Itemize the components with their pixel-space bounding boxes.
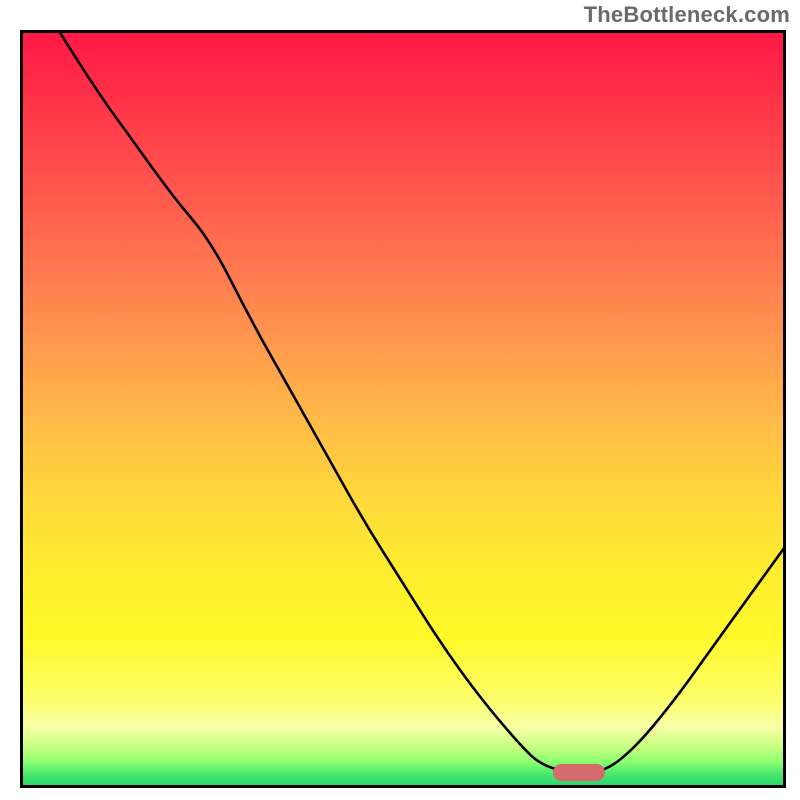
chart-container: TheBottleneck.com bbox=[0, 0, 800, 800]
plot-area bbox=[20, 30, 786, 788]
optimal-point-marker bbox=[553, 764, 605, 781]
curve-layer bbox=[20, 30, 786, 788]
bottleneck-curve bbox=[58, 30, 786, 773]
watermark-text: TheBottleneck.com bbox=[584, 2, 790, 28]
